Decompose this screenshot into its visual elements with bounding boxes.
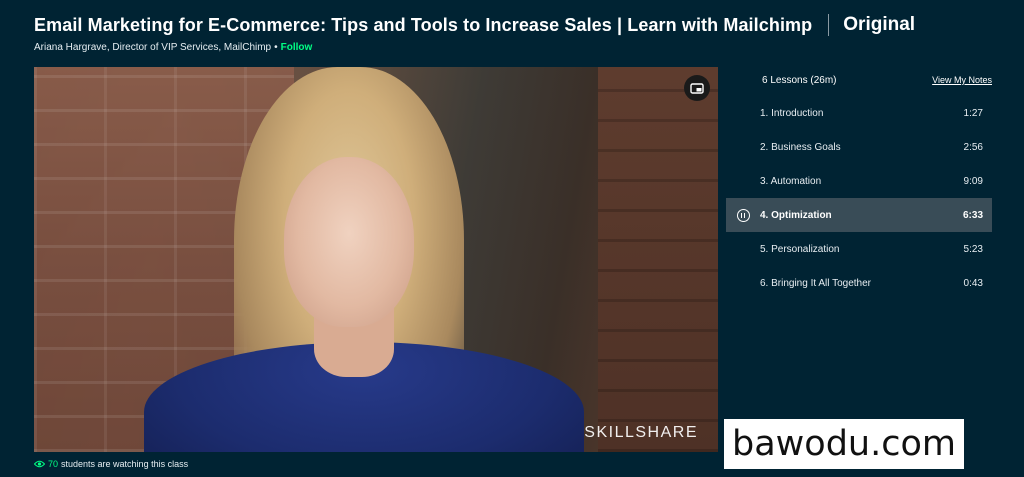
skillshare-watermark: SKILLSHARE — [584, 424, 698, 441]
video-player[interactable]: SKILLSHARE — [34, 67, 718, 452]
class-header: Email Marketing for E-Commerce: Tips and… — [34, 11, 994, 61]
site-watermark: bawodu.com — [724, 419, 964, 469]
watching-count: 70 — [48, 459, 59, 469]
lesson-duration: 0:43 — [963, 277, 983, 289]
lesson-title: 6. Bringing It All Together — [760, 277, 871, 289]
lesson-item[interactable]: 5. Personalization 5:23 — [726, 232, 992, 266]
picture-in-picture-button[interactable] — [684, 75, 710, 101]
eye-icon — [34, 460, 45, 468]
lesson-duration: 1:27 — [963, 107, 983, 119]
lesson-summary: 6 Lessons (26m) — [762, 74, 837, 86]
follow-button[interactable]: Follow — [281, 42, 313, 53]
title-row: Email Marketing for E-Commerce: Tips and… — [34, 11, 994, 39]
picture-in-picture-icon — [690, 82, 704, 94]
lesson-sidebar: 6 Lessons (26m) View My Notes 1. Introdu… — [726, 67, 992, 300]
video-frame-speaker-face — [284, 157, 414, 327]
view-notes-link[interactable]: View My Notes — [932, 75, 992, 85]
lesson-duration: 6:33 — [962, 209, 983, 221]
separator-dot: • — [274, 42, 278, 53]
lesson-sidebar-header: 6 Lessons (26m) View My Notes — [726, 67, 992, 93]
lesson-item[interactable]: 1. Introduction 1:27 — [726, 96, 992, 130]
lesson-title: 3. Automation — [760, 175, 822, 187]
lesson-list: 1. Introduction 1:27 2. Business Goals 2… — [726, 96, 992, 300]
lesson-status-slot — [726, 208, 760, 222]
lesson-title: 4. Optimization — [760, 209, 832, 221]
watching-indicator: 70 students are watching this class — [34, 459, 188, 469]
watching-label: students are watching this class — [61, 459, 189, 469]
class-title: Email Marketing for E-Commerce: Tips and… — [34, 14, 813, 35]
lesson-item-active[interactable]: 4. Optimization 6:33 — [726, 198, 992, 232]
lesson-duration: 9:09 — [963, 175, 983, 187]
lesson-item[interactable]: 6. Bringing It All Together 0:43 — [726, 266, 992, 300]
lesson-item[interactable]: 3. Automation 9:09 — [726, 164, 992, 198]
teacher-row: Ariana Hargrave, Director of VIP Service… — [34, 42, 994, 53]
lesson-title: 2. Business Goals — [760, 141, 841, 153]
pause-icon[interactable] — [736, 208, 750, 222]
original-badge: Original — [843, 14, 916, 35]
video-frame-background — [598, 67, 718, 452]
title-divider — [828, 14, 830, 36]
lesson-title: 5. Personalization — [760, 243, 840, 255]
class-page: Email Marketing for E-Commerce: Tips and… — [0, 0, 1024, 477]
lesson-duration: 5:23 — [963, 243, 983, 255]
teacher-name[interactable]: Ariana Hargrave, Director of VIP Service… — [34, 42, 271, 53]
lesson-duration: 2:56 — [963, 141, 983, 153]
lesson-item[interactable]: 2. Business Goals 2:56 — [726, 130, 992, 164]
lesson-title: 1. Introduction — [760, 107, 824, 119]
